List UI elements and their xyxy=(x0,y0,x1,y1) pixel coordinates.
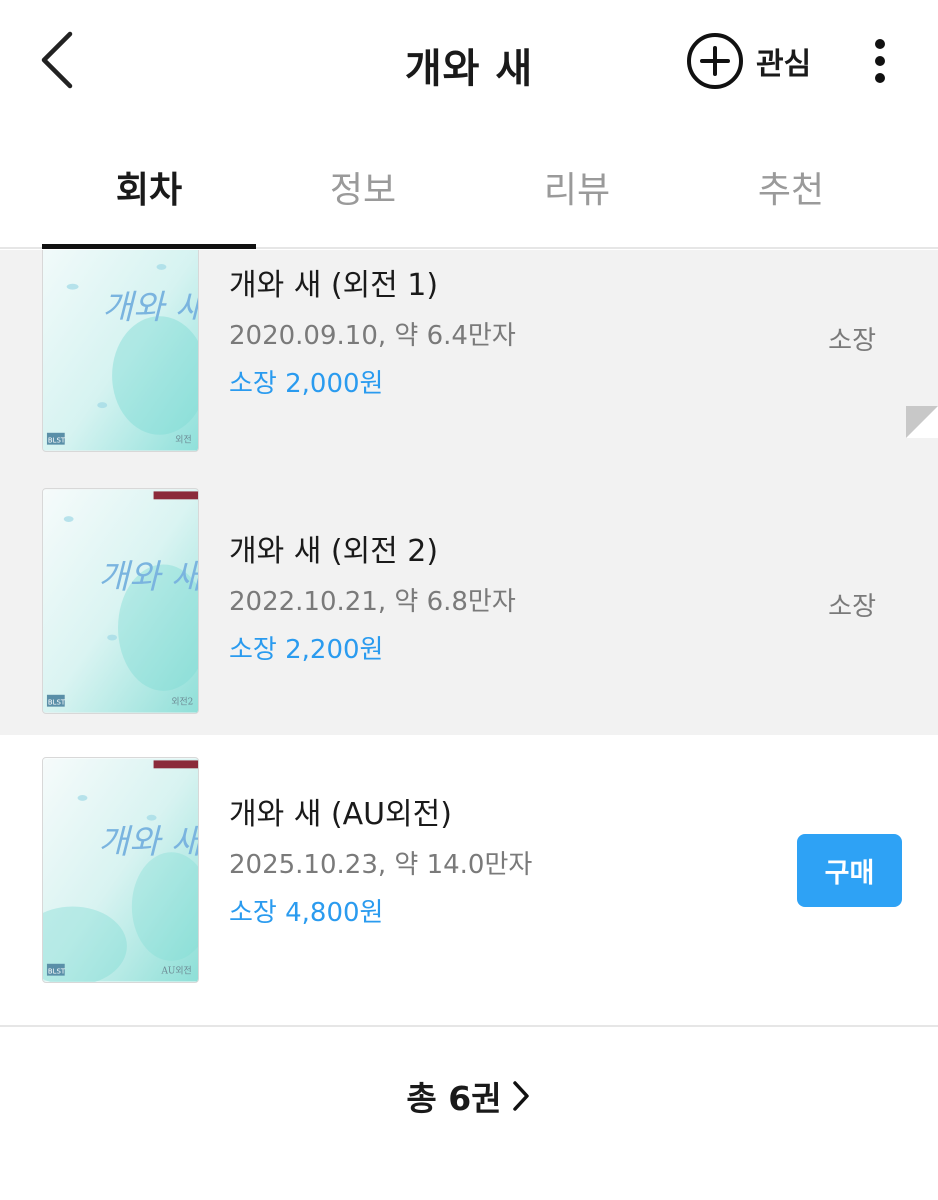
favorite-button[interactable]: 관심 xyxy=(686,31,811,91)
total-volumes-button[interactable]: 총 6권 xyxy=(0,1068,938,1124)
episode-title: 개와 새 (외전 1) xyxy=(229,268,439,303)
episode-price: 소장 2,000원 xyxy=(229,369,384,399)
tab-reviews[interactable]: 리뷰 xyxy=(470,125,684,249)
tab-episodes[interactable]: 회차 xyxy=(42,125,256,249)
book-cover: 개와 새 BLST 외전 xyxy=(42,250,199,452)
cover-subtitle: 외전2 xyxy=(171,696,193,708)
more-options-button[interactable] xyxy=(862,36,898,86)
buy-button[interactable]: 구매 xyxy=(797,834,902,907)
cover-subtitle: AU외전 xyxy=(160,965,191,977)
episode-price: 소장 2,200원 xyxy=(229,635,384,665)
cover-badge: BLST xyxy=(48,699,66,707)
episode-info: 개와 새 (외전 1) 2020.09.10, 약 6.4만자 소장 2,000… xyxy=(229,266,516,402)
active-tab-indicator xyxy=(42,244,256,249)
chevron-right-icon xyxy=(512,1081,529,1111)
list-item[interactable]: 개와 새 BLST 외전2 개와 새 (외전 2) 2022.10.21, 약 … xyxy=(0,470,938,735)
episode-title: 개와 새 (외전 2) xyxy=(229,534,439,569)
owned-status: 소장 xyxy=(828,592,876,622)
tab-bar: 회차 정보 리뷰 추천 xyxy=(0,125,938,249)
book-cover: 개와 새 BLST AU외전 xyxy=(42,757,199,983)
book-cover: 개와 새 BLST 외전2 xyxy=(42,488,199,714)
total-volumes-label: 총 6권 xyxy=(406,1079,502,1118)
top-bar: 개와 새 관심 xyxy=(0,0,938,125)
episode-info: 개와 새 (외전 2) 2022.10.21, 약 6.8만자 소장 2,200… xyxy=(229,532,516,668)
owned-status: 소장 xyxy=(828,326,876,356)
app-screen: 개와 새 관심 회차 정보 리뷰 추천 개와 새 BLST 외전 개와 새 (외… xyxy=(0,0,938,1200)
more-vertical-icon xyxy=(875,39,885,83)
cover-title: 개와 새 xyxy=(98,822,198,861)
tab-recommend[interactable]: 추천 xyxy=(684,125,898,249)
episode-list: 개와 새 BLST 외전 개와 새 (외전 1) 2020.09.10, 약 6… xyxy=(0,250,938,1025)
list-item[interactable]: 개와 새 BLST 외전 개와 새 (외전 1) 2020.09.10, 약 6… xyxy=(0,250,938,470)
cover-image: 개와 새 BLST AU외전 xyxy=(43,758,198,982)
footer-divider xyxy=(0,1025,938,1027)
plus-circle-icon xyxy=(687,33,743,89)
cover-subtitle: 외전 xyxy=(175,434,191,446)
tab-info[interactable]: 정보 xyxy=(256,125,470,249)
cover-badge: BLST xyxy=(48,437,66,445)
cover-badge: BLST xyxy=(48,968,66,976)
cover-title: 개와 새 xyxy=(98,557,198,596)
page-fold-icon xyxy=(906,406,938,438)
cover-image: 개와 새 BLST 외전2 xyxy=(43,489,198,713)
favorite-label: 관심 xyxy=(756,47,812,82)
episode-meta: 2020.09.10, 약 6.4만자 xyxy=(229,321,516,351)
episode-meta: 2025.10.23, 약 14.0만자 xyxy=(229,850,533,880)
episode-info: 개와 새 (AU외전) 2025.10.23, 약 14.0만자 소장 4,80… xyxy=(229,795,532,931)
episode-title: 개와 새 (AU외전) xyxy=(229,797,452,832)
cover-image: 개와 새 BLST 외전 xyxy=(43,250,198,451)
cover-title: 개와 새 xyxy=(102,287,198,326)
list-item[interactable]: 개와 새 BLST AU외전 개와 새 (AU외전) 2025.10.23, 약… xyxy=(0,735,938,1025)
episode-meta: 2022.10.21, 약 6.8만자 xyxy=(229,587,516,617)
episode-price: 소장 4,800원 xyxy=(229,898,384,928)
